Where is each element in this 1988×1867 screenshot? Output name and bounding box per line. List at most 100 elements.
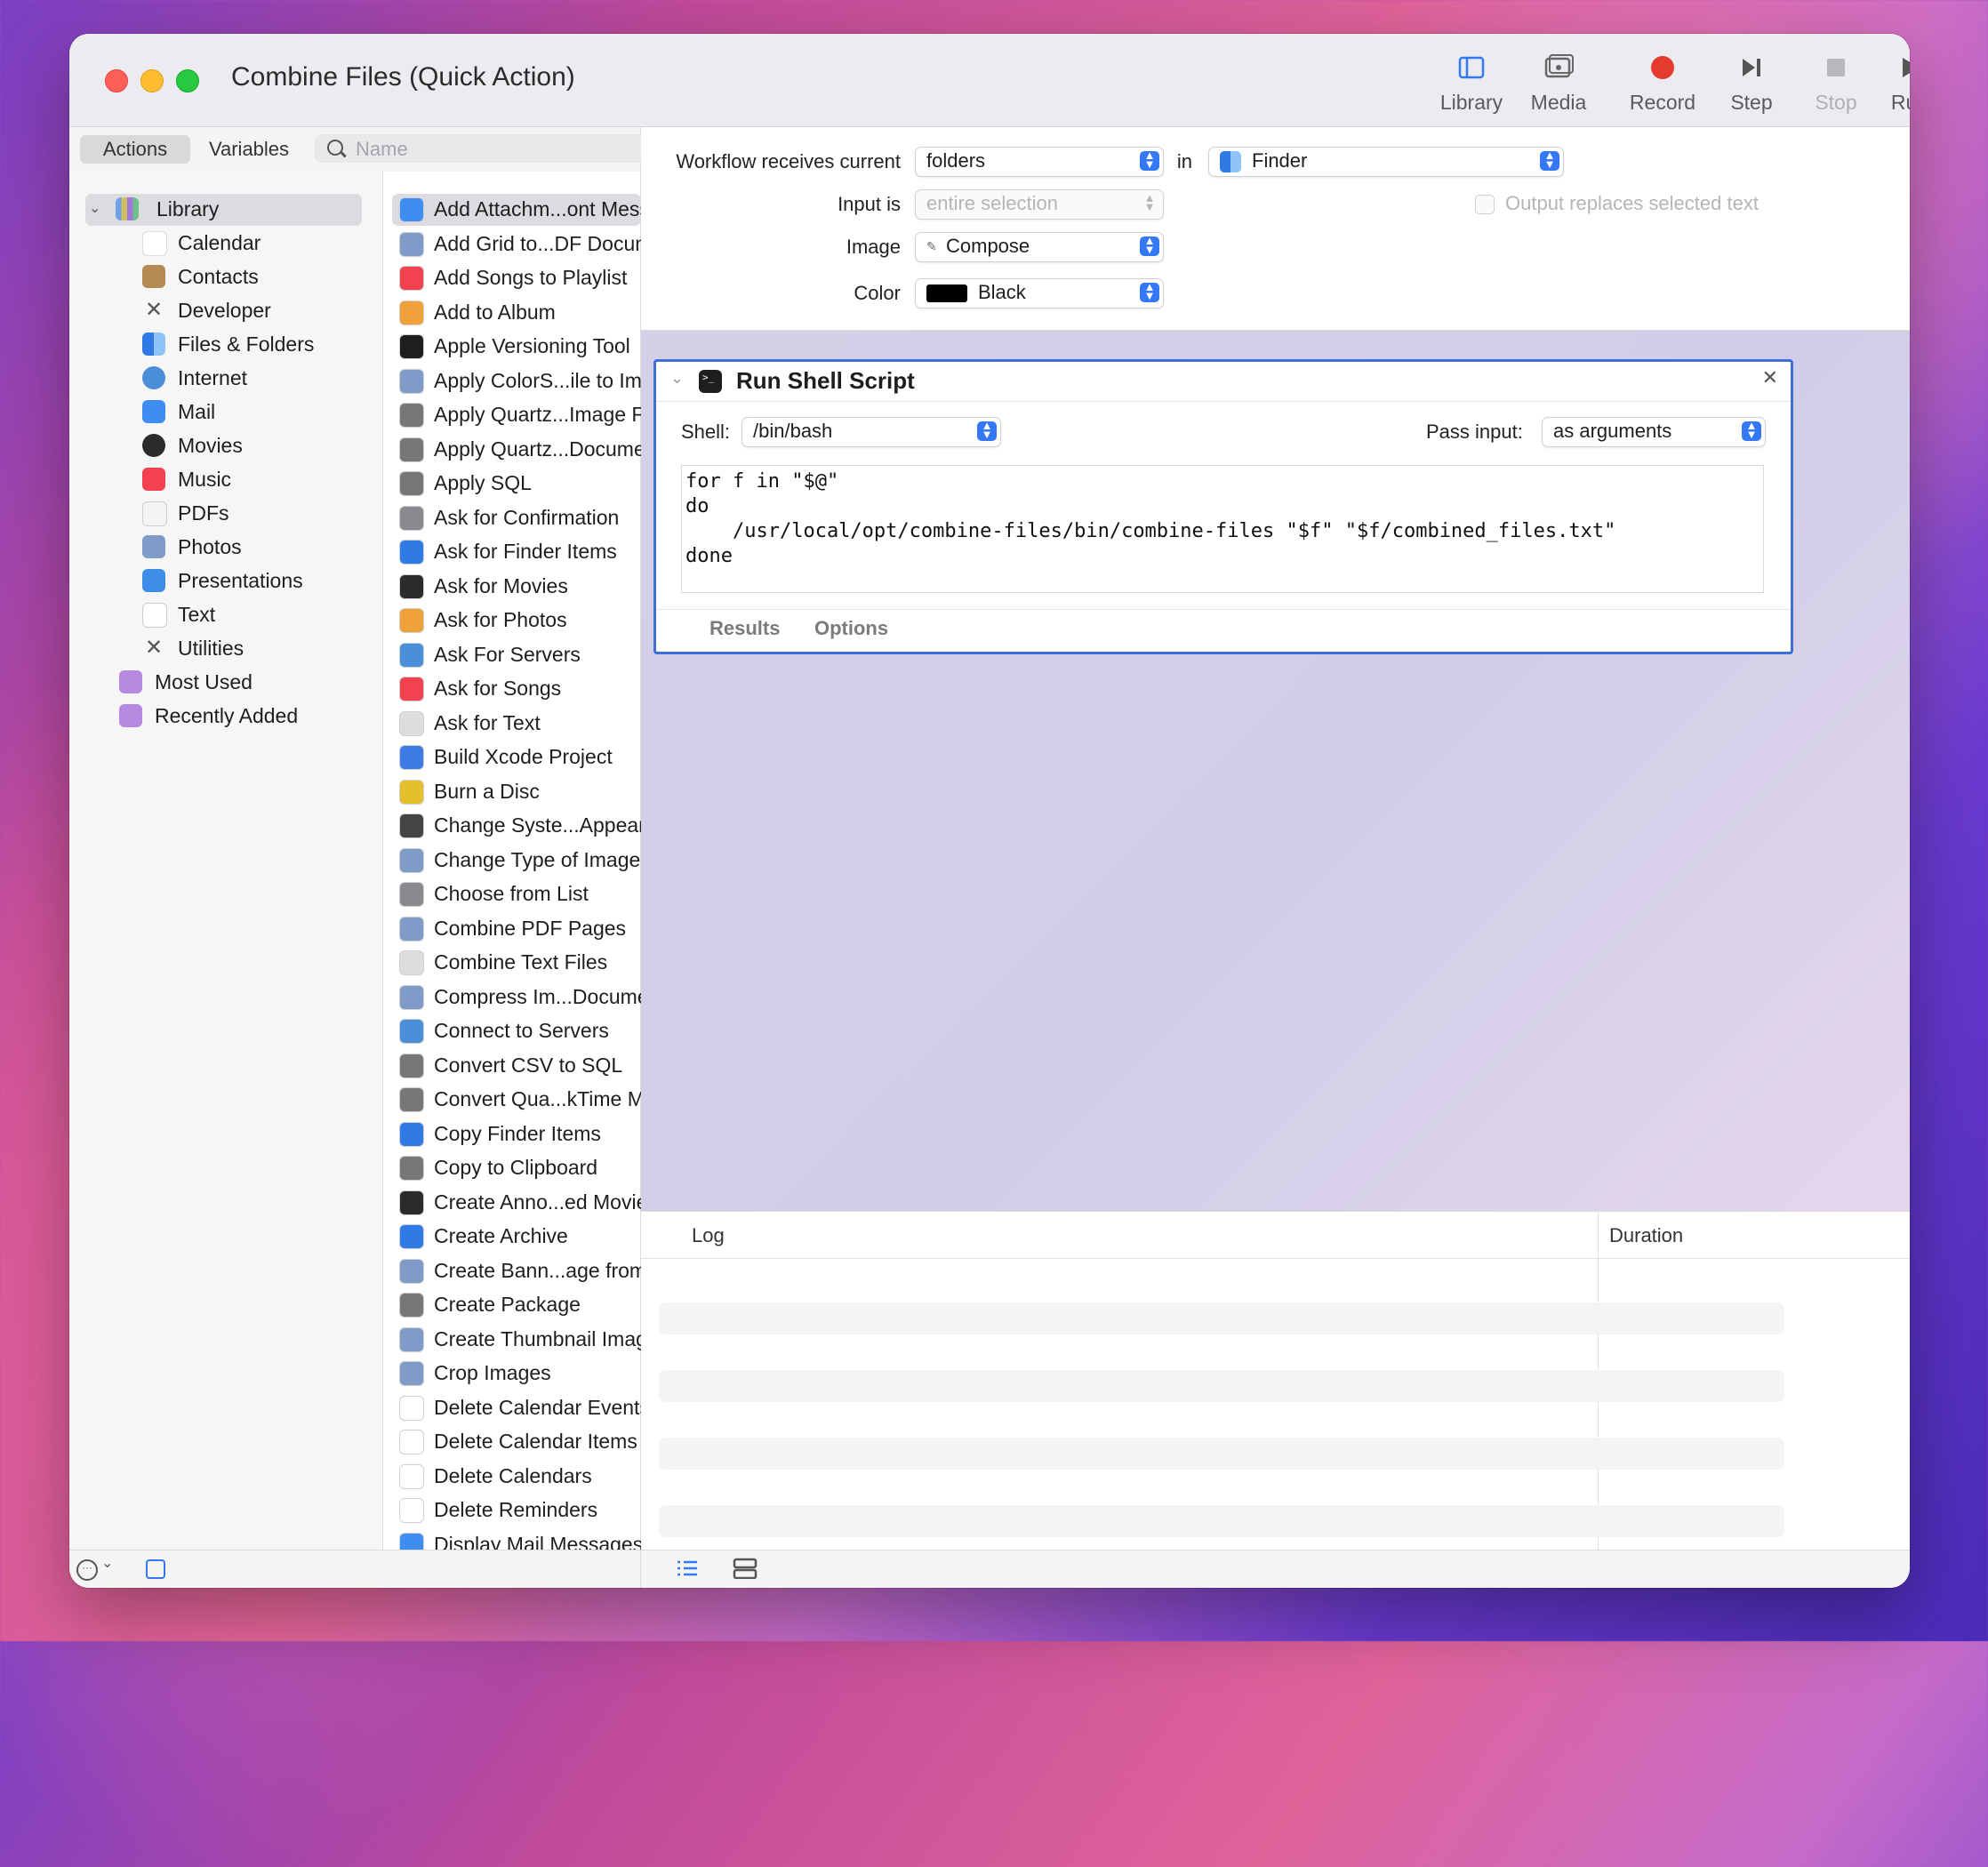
bottom-bar: ··· ⌄ [69,1550,1910,1588]
action-list-item[interactable]: Apply SQL [383,468,650,498]
tab-options[interactable]: Options [814,617,888,640]
image-value: Compose [946,235,1030,257]
action-list-item-label: Combine PDF Pages [434,916,627,940]
action-icon [399,540,424,565]
input-is-popup[interactable]: entire selection ▲ ▼ [915,189,1164,220]
action-list-item[interactable]: Add Songs to Playlist [383,262,650,292]
action-list-item-label: Create Archive [434,1224,568,1247]
action-list-item[interactable]: Apply ColorS...ile to Images [383,365,686,396]
close-window-button[interactable] [105,69,128,92]
tab-results[interactable]: Results [709,617,780,640]
duration-column-header[interactable]: Duration [1609,1224,1683,1247]
tab-actions[interactable]: Actions [80,135,190,164]
image-popup[interactable]: ✎ Compose ▲ ▼ [915,232,1164,262]
log-column-header[interactable]: Log [692,1224,725,1247]
color-popup[interactable]: Black ▲ ▼ [915,278,1164,308]
action-list-item[interactable]: Apple Versioning Tool [383,331,650,361]
action-list-item-label: Burn a Disc [434,779,540,803]
record-toolbar-button[interactable]: Record [1614,50,1711,121]
log-header: Log Duration [641,1212,1910,1550]
action-icon [399,745,424,770]
contacts-icon [142,265,165,288]
popup-arrows-icon: ▲ ▼ [1143,191,1156,213]
action-list-item[interactable]: Copy Finder Items [383,1118,650,1149]
close-icon[interactable]: ✕ [1762,366,1778,389]
action-list-item[interactable]: Ask for Songs [383,673,650,703]
utilities-icon: ✕ [144,636,164,660]
action-list-item[interactable]: Compress Im...Documents [383,982,676,1012]
action-icon [399,1224,424,1249]
step-toolbar-button[interactable]: Step [1703,50,1800,121]
log-row [659,1302,1784,1334]
split-view-icon[interactable] [733,1558,758,1580]
action-list-item-label: Apply Quartz...Documents [434,437,673,461]
action-list-item[interactable]: Change Syste...Appearance [383,810,690,840]
disclosure-chevron-icon[interactable]: ⌄ [670,369,684,388]
action-list-item[interactable]: Delete Reminders [383,1494,650,1525]
action-list-item[interactable]: Combine Text Files [383,947,650,977]
action-list-item[interactable]: Delete Calendar Items [383,1426,650,1456]
library-toolbar-button[interactable]: Library [1423,50,1520,121]
action-icon [399,300,424,325]
output-replaces-checkbox[interactable] [1475,195,1495,214]
action-list-item[interactable]: Create Package [383,1289,650,1319]
action-list-item[interactable]: Delete Calendars [383,1461,650,1491]
pass-input-value: as arguments [1553,420,1672,442]
chevron-down-icon: ⌄ [89,201,101,216]
action-list-item[interactable]: Ask for Text [383,708,650,738]
workflow-canvas[interactable]: ⌄ Run Shell Script ✕ Shell: /bin/bash ▲▼… [641,331,1910,1211]
action-list-item[interactable]: Combine PDF Pages [383,913,650,943]
action-list-item[interactable]: Burn a Disc [383,776,650,806]
action-list-item[interactable]: Delete Calendar Events [383,1392,650,1422]
shell-value: /bin/bash [753,420,833,442]
action-list-item[interactable]: Create Bann...age from Text [383,1255,689,1286]
action-list-item[interactable]: Create Thumbnail Images [383,1324,669,1354]
receives-popup[interactable]: folders ▲ ▼ [915,147,1164,177]
smart-folder-icon [119,704,142,727]
action-list-item-label: Compress Im...Documents [434,984,677,1008]
action-list-item[interactable]: Apply Quartz...Documents [383,434,672,464]
sidebar-item-label: Contacts [178,265,259,288]
action-list-item[interactable]: Ask For Servers [383,639,650,669]
action-list-item[interactable]: Apply Quartz...Image Files [383,399,675,429]
tab-variables[interactable]: Variables [194,135,304,164]
minimize-window-button[interactable] [140,69,164,92]
action-list-item[interactable]: Connect to Servers [383,1015,650,1046]
action-list-item[interactable]: Choose from List [383,878,650,909]
action-list-item[interactable]: Ask for Movies [383,571,650,601]
more-options-icon[interactable]: ··· [76,1559,98,1581]
pass-input-popup[interactable]: as arguments ▲ ▼ [1542,417,1766,447]
script-editor[interactable]: for f in "$@" do /usr/local/opt/combine-… [681,465,1764,593]
show-description-icon[interactable] [146,1559,165,1579]
action-list-item[interactable]: Change Type of Images [383,845,651,875]
action-list-item[interactable]: Add Attachm...ont Message [383,194,684,224]
log-pane: Log Duration [641,1211,1910,1550]
action-list-item[interactable]: Ask for Photos [383,605,650,635]
record-label: Record [1629,91,1696,114]
action-icon [399,368,424,394]
stop-toolbar-button[interactable]: Stop [1787,50,1885,121]
preview-icon [142,535,165,558]
action-list-item[interactable]: Create Archive [383,1221,650,1251]
action-list-item[interactable]: Copy to Clipboard [383,1152,650,1182]
application-popup[interactable]: Finder ▲ ▼ [1208,147,1564,177]
action-list-item[interactable]: Create Anno...ed Movie File [383,1187,686,1217]
action-list-item[interactable]: Add Grid to...DF Documents [383,228,691,259]
record-icon [1645,50,1680,85]
run-toolbar-button[interactable]: Run [1874,50,1910,121]
shell-popup[interactable]: /bin/bash ▲ ▼ [741,417,1001,447]
action-list-item[interactable]: Add to Album [383,297,650,327]
action-icon [399,916,424,942]
action-list-item[interactable]: Convert Qua...kTime Movies [383,1084,693,1114]
run-shell-script-action[interactable]: ⌄ Run Shell Script ✕ Shell: /bin/bash ▲▼… [653,359,1793,654]
action-list-item[interactable]: Ask for Finder Items [383,536,650,566]
color-label: Color [854,282,901,304]
action-list-item[interactable]: Build Xcode Project [383,741,650,772]
list-view-icon[interactable] [676,1558,699,1579]
action-list-item[interactable]: Convert CSV to SQL [383,1050,650,1080]
action-list-item[interactable]: Ask for Confirmation [383,502,650,533]
action-list-item[interactable]: Crop Images [383,1358,650,1388]
zoom-window-button[interactable] [176,69,199,92]
chevron-down-icon[interactable]: ⌄ [101,1554,113,1572]
media-toolbar-button[interactable]: Media [1510,50,1607,121]
